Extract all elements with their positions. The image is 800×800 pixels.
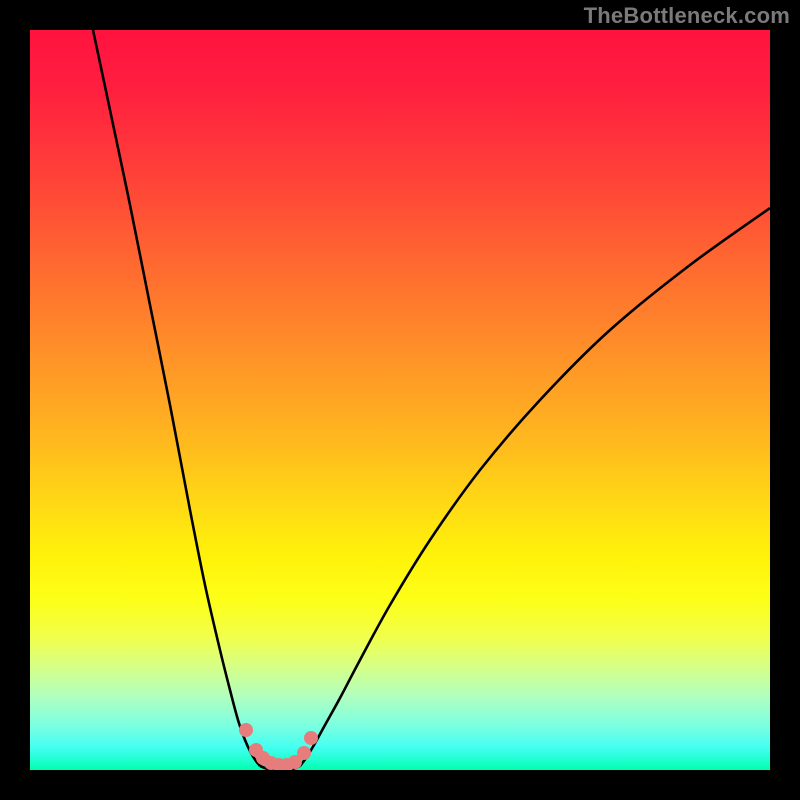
valley-marker: [297, 746, 311, 760]
watermark-text: TheBottleneck.com: [584, 3, 790, 29]
valley-markers: [239, 723, 318, 770]
chart-svg: [30, 30, 770, 770]
curve-left-branch: [93, 30, 260, 766]
curve-right-branch: [300, 208, 770, 766]
chart-plot-area: [30, 30, 770, 770]
valley-marker: [304, 731, 318, 745]
valley-marker: [239, 723, 253, 737]
curve-group: [93, 30, 770, 770]
